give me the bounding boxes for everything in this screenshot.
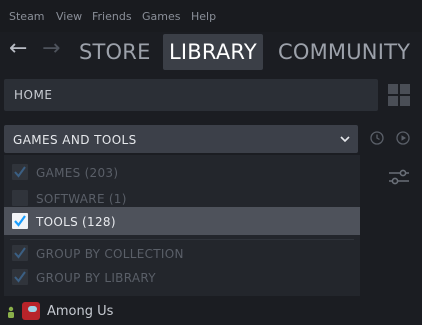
grid-view-icon[interactable] [386,82,412,108]
checkmark-icon [14,166,26,178]
nav-row: ← → STORE LIBRARY COMMUNITY [0,32,422,74]
dropdown-selected-label: GAMES AND TOOLS [13,133,137,147]
menu-games[interactable]: Games [142,10,180,23]
collection-filter-dropdown[interactable]: GAMES AND TOOLS [4,125,358,153]
game-list-item[interactable]: Among Us [0,298,422,325]
game-icon [22,302,40,320]
checkbox-group-by-collection[interactable] [12,245,28,261]
chevron-down-icon [340,136,350,143]
checkbox-software[interactable] [12,190,28,206]
option-label: SOFTWARE [36,192,105,206]
play-circle-icon[interactable] [396,131,410,145]
arrow-right-icon[interactable]: → [42,36,60,61]
checkbox-group-by-library[interactable] [12,269,28,285]
friend-playing-icon [8,306,14,318]
menu-friends[interactable]: Friends [92,10,132,23]
checkbox-games[interactable] [12,164,28,180]
option-count: (1) [108,192,127,206]
clock-icon[interactable] [370,131,384,145]
filter-option-tools[interactable]: TOOLS (128) [4,207,360,235]
option-count: (203) [84,166,119,180]
nav-community[interactable]: COMMUNITY [278,34,410,70]
option-label: TOOLS [36,215,79,229]
checkbox-tools[interactable] [12,213,28,229]
menu-steam[interactable]: Steam [9,10,45,23]
option-count: (128) [82,215,116,229]
home-button[interactable]: HOME [4,79,378,111]
menu-bar: Steam View Friends Games Help [0,0,422,32]
option-label: GROUP BY LIBRARY [36,271,156,285]
option-label: GAMES [36,166,81,180]
nav-library[interactable]: LIBRARY [163,34,263,70]
filter-option-games[interactable]: GAMES (203) [4,158,360,186]
filter-dropdown-list: GAMES (203) SOFTWARE (1) TOOLS (128) GROUP … [4,155,360,296]
checkmark-icon [14,247,26,259]
game-name: Among Us [47,304,114,319]
arrow-left-icon[interactable]: ← [9,36,27,61]
filter-sliders-icon[interactable] [388,168,410,186]
checkmark-icon [14,215,26,227]
menu-view[interactable]: View [56,10,82,23]
home-label: HOME [14,88,53,102]
checkmark-icon [14,271,26,283]
menu-help[interactable]: Help [191,10,216,23]
nav-store[interactable]: STORE [79,34,151,70]
option-label: GROUP BY COLLECTION [36,247,184,261]
filter-option-group-by-library[interactable]: GROUP BY LIBRARY [4,263,360,291]
